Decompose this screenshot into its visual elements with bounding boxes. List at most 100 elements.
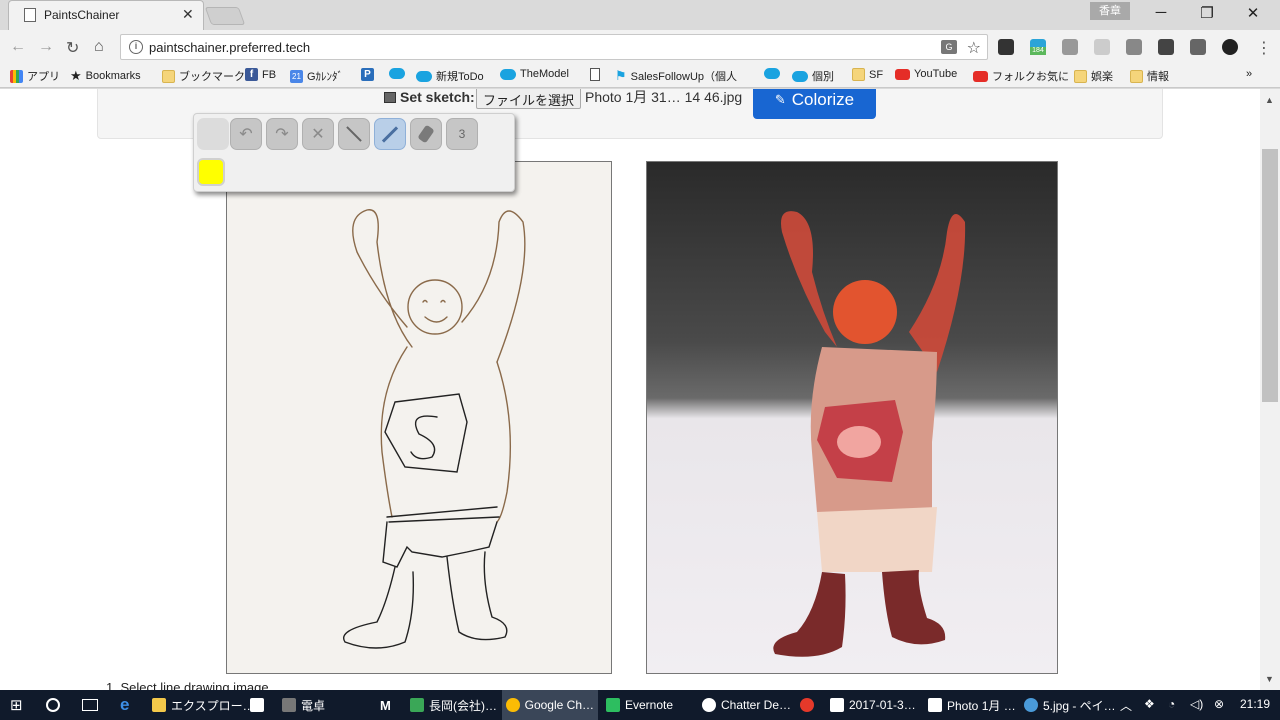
pen-color-swatch[interactable]: [197, 158, 225, 186]
clock[interactable]: 21:19: [1240, 697, 1270, 711]
taskbar-label: 電卓: [301, 698, 326, 713]
pen-icon: [381, 125, 399, 143]
arrow-ext-icon[interactable]: [1158, 39, 1174, 55]
clear-icon: ✕: [311, 126, 325, 143]
chatter-icon: [702, 698, 716, 712]
scroll-down-icon[interactable]: ▼: [1265, 674, 1274, 684]
bookmark-salesforce-2[interactable]: [764, 68, 780, 79]
taskbar-explorer[interactable]: エクスプロー…: [148, 690, 259, 720]
folder-icon: [1130, 69, 1143, 83]
scrollbar-thumb[interactable]: [1262, 149, 1278, 402]
set-sketch-text: Set sketch:: [400, 89, 475, 105]
redo-button[interactable]: ↷: [266, 118, 298, 150]
bookmark-bookmarks[interactable]: ★ Bookmarks: [70, 68, 141, 84]
bookmark-page[interactable]: [590, 68, 600, 81]
clear-button[interactable]: ✕: [302, 118, 334, 150]
square-ext-icon[interactable]: [1190, 39, 1206, 55]
bookmark-apps[interactable]: アプリ: [10, 68, 60, 84]
address-bar[interactable]: i paintschainer.preferred.tech G ☆: [120, 34, 988, 60]
runner-icon: ⚑: [615, 68, 627, 83]
page-scrollbar[interactable]: ▲ ▼: [1260, 89, 1280, 690]
profile-ext-icon[interactable]: [1222, 39, 1238, 55]
menu-icon[interactable]: ⋮: [1256, 38, 1272, 58]
salesforce-icon: [416, 70, 432, 82]
bookmark-joho[interactable]: 情報: [1130, 68, 1169, 84]
bookmark-salesforce[interactable]: [389, 68, 405, 79]
bookmark-p[interactable]: P: [361, 68, 374, 81]
cortana-button[interactable]: [42, 690, 64, 720]
bookmark-todo[interactable]: 新規ToDo: [416, 68, 484, 84]
edge-icon: e: [120, 695, 130, 714]
chrome-icon: [506, 698, 520, 712]
bookmark-sf[interactable]: SF: [852, 68, 883, 81]
camera-ext-icon[interactable]: [1062, 39, 1078, 55]
puzzle-ext-icon[interactable]: [1126, 39, 1142, 55]
restore-icon[interactable]: ❐: [1192, 4, 1222, 22]
bookmark-label: SF: [869, 68, 884, 81]
evernote-ext-icon[interactable]: [998, 39, 1014, 55]
bookmark-goraku[interactable]: 娯楽: [1074, 68, 1113, 84]
wifi-icon[interactable]: ◔: [1168, 697, 1175, 711]
sketch-image[interactable]: [226, 161, 612, 674]
bookmark-label: 個別: [812, 71, 834, 83]
p-icon: P: [361, 68, 374, 81]
reload-icon[interactable]: ↻: [66, 38, 79, 58]
bookmark-themodel[interactable]: TheModel: [500, 68, 569, 80]
url-text[interactable]: paintschainer.preferred.tech: [149, 40, 310, 55]
choose-file-button[interactable]: ファイルを選択: [476, 89, 582, 109]
taskbar-calculator[interactable]: 電卓: [278, 690, 329, 720]
colorized-image[interactable]: [646, 161, 1058, 674]
close-tab-icon[interactable]: ✕: [182, 6, 194, 23]
brush-size-button[interactable]: 3: [446, 118, 478, 150]
task-view-button[interactable]: [78, 690, 102, 720]
undo-button[interactable]: ↶: [230, 118, 262, 150]
taskbar-image-1[interactable]: 2017-01-3…: [826, 690, 920, 720]
bookmarks-overflow-icon[interactable]: »: [1246, 68, 1252, 80]
dropbox-icon[interactable]: ❖: [1144, 697, 1155, 711]
tray-overflow-icon[interactable]: ︿: [1120, 697, 1132, 714]
picture-icon: [384, 91, 396, 103]
taskbar-chrome[interactable]: Google Ch…: [502, 690, 598, 720]
line-tool-button[interactable]: [338, 118, 370, 150]
info-icon[interactable]: i: [129, 40, 143, 54]
bookmark-fb[interactable]: f FB: [245, 68, 276, 81]
close-window-icon[interactable]: ✕: [1238, 4, 1268, 22]
taskbar-chatter[interactable]: Chatter De…: [698, 690, 795, 720]
forward-icon[interactable]: →: [38, 38, 54, 56]
folder-icon: [152, 698, 166, 712]
tomato-icon: [800, 698, 814, 712]
new-tab-button[interactable]: [204, 7, 246, 25]
bookmark-kobetsu[interactable]: 個別: [792, 68, 834, 84]
taskbar-m[interactable]: M: [376, 690, 395, 720]
bookmark-star-icon[interactable]: ☆: [967, 38, 981, 58]
taskbar-store[interactable]: [246, 690, 268, 720]
taskbar-evernote[interactable]: Evernote: [602, 690, 677, 720]
minimize-icon[interactable]: ─: [1146, 4, 1176, 21]
bookmark-salesfollowup[interactable]: ⚑ SalesFollowUp（個人: [615, 68, 737, 84]
colorize-label: Colorize: [791, 90, 855, 109]
taskbar-image-2[interactable]: Photo 1月 …: [924, 690, 1020, 720]
ime-icon[interactable]: ⊗: [1214, 697, 1224, 711]
taskbar-label: Evernote: [625, 698, 674, 712]
taskbar-sheet[interactable]: 長岡(会社)…: [406, 690, 501, 720]
back-icon[interactable]: ←: [10, 38, 26, 56]
taskbar-tomato[interactable]: [796, 690, 818, 720]
colorize-button[interactable]: ✎ Colorize: [753, 89, 876, 119]
translate-icon[interactable]: G: [941, 40, 957, 54]
rss-ext-icon[interactable]: 184: [1030, 39, 1046, 55]
bookmark-folder[interactable]: ブックマーク: [162, 68, 245, 84]
scroll-up-icon[interactable]: ▲: [1265, 95, 1274, 105]
bookmark-folk[interactable]: フォルクお気に: [973, 68, 1069, 84]
bookmark-calendar[interactable]: 21 Gｶﾚﾝﾀﾞ: [290, 68, 343, 84]
home-icon[interactable]: ⌂: [94, 38, 104, 56]
bookmarks-bar: アプリ ★ Bookmarks ブックマーク f FB 21 Gｶﾚﾝﾀﾞ P 新規T…: [0, 64, 1280, 88]
eraser-button[interactable]: [410, 118, 442, 150]
taskbar-paint[interactable]: 5.jpg - ペイ…: [1020, 690, 1120, 720]
start-button[interactable]: ⊞: [6, 690, 27, 720]
bookmark-youtube[interactable]: YouTube: [895, 68, 957, 80]
pen-tool-button[interactable]: [374, 118, 406, 150]
page-ext-icon[interactable]: [1094, 39, 1110, 55]
edge-button[interactable]: e: [116, 690, 133, 720]
set-sketch-label: Set sketch:: [384, 89, 475, 105]
volume-icon[interactable]: ◁): [1190, 697, 1203, 711]
